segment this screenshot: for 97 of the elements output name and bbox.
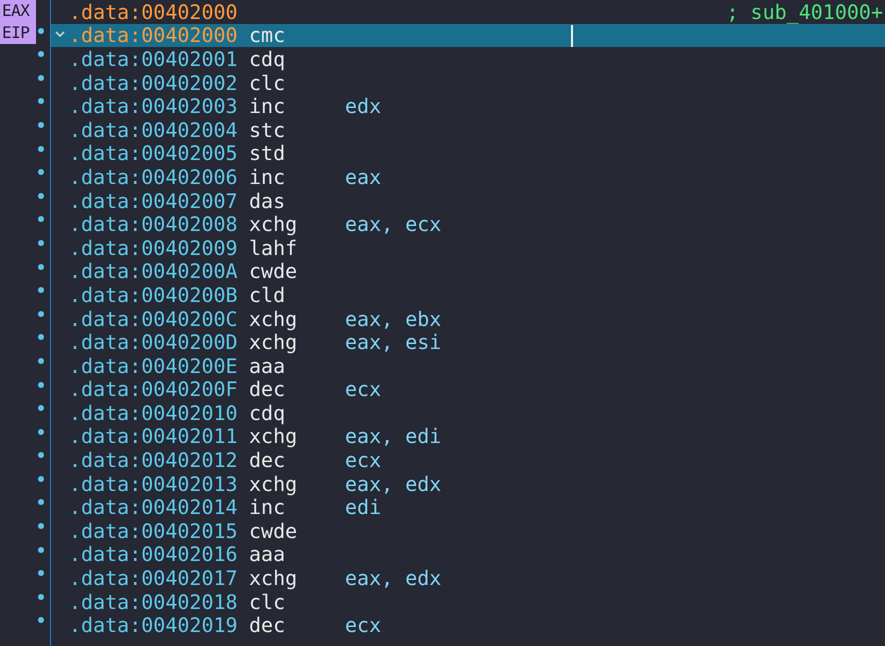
bullet-icon[interactable] xyxy=(38,405,44,412)
address-text: .data:0040200D xyxy=(69,330,239,354)
address-text: .data:00402000 xyxy=(69,0,239,24)
bullet-icon[interactable] xyxy=(38,594,44,600)
operands-text: eax, ebx xyxy=(345,306,442,331)
bullet-icon[interactable] xyxy=(38,74,44,81)
bullet-icon[interactable] xyxy=(38,51,44,58)
address-text: .data:00402004 xyxy=(69,118,239,142)
address-text: .data:0040200C xyxy=(69,306,239,331)
bullet-icon[interactable] xyxy=(38,476,44,482)
address-text: .data:00402002 xyxy=(69,70,239,95)
bullet-icon[interactable] xyxy=(38,310,44,317)
mnemonic-text: cmc xyxy=(249,23,286,48)
operands-text: eax, edx xyxy=(345,472,442,496)
operands-text: eax xyxy=(345,164,382,189)
bullet-icon[interactable] xyxy=(38,264,44,270)
selected-row-highlight[interactable]: .data:00402000 cmc xyxy=(51,24,885,48)
mnemonic-text: lahf xyxy=(249,236,298,260)
mnemonic-text: xchg xyxy=(249,306,298,331)
mnemonic-text: cdq xyxy=(249,46,286,71)
operands-text: eax, ecx xyxy=(345,212,442,236)
address-text: .data:00402017 xyxy=(69,566,239,590)
mnemonic-text: clc xyxy=(249,70,286,95)
mnemonic-text: xchg xyxy=(249,472,298,496)
mnemonic-text: inc xyxy=(249,495,286,520)
mnemonic-text: xchg xyxy=(249,566,298,590)
mnemonic-text: dec xyxy=(249,613,286,638)
bullet-icon[interactable] xyxy=(38,334,44,340)
bullet-icon[interactable] xyxy=(38,523,44,530)
bullet-icon[interactable] xyxy=(38,122,44,128)
bullet-icon[interactable] xyxy=(38,98,44,104)
address-text: .data:00402009 xyxy=(69,236,239,260)
address-text: .data:00402016 xyxy=(69,542,239,566)
mnemonic-text: stc xyxy=(249,118,286,142)
address-text: .data:00402019 xyxy=(69,613,239,638)
bullet-icon[interactable] xyxy=(38,146,44,152)
address-text: .data:00402018 xyxy=(69,590,239,614)
bullet-icon[interactable] xyxy=(38,428,44,435)
bullet-icon[interactable] xyxy=(38,240,44,246)
mnemonic-text: xchg xyxy=(249,424,298,448)
address-text: .data:00402006 xyxy=(69,164,239,189)
text-cursor xyxy=(571,24,573,47)
bullet-icon[interactable] xyxy=(38,169,44,176)
operands-text: ecx xyxy=(345,448,382,472)
bullet-icon[interactable] xyxy=(38,287,44,294)
bullet-icon[interactable] xyxy=(38,192,44,199)
operands-text: eax, edi xyxy=(345,424,442,448)
address-text: .data:0040200A xyxy=(69,259,239,284)
address-text: .data:00402001 xyxy=(69,46,239,71)
bullet-icon[interactable] xyxy=(38,546,44,553)
address-text: .data:00402007 xyxy=(69,188,239,213)
address-text: .data:00402011 xyxy=(69,424,239,448)
bullet-icon[interactable] xyxy=(38,216,44,222)
address-text: .data:00402015 xyxy=(69,518,239,543)
address-text: .data:00402010 xyxy=(69,400,239,425)
mnemonic-text: aaa xyxy=(249,354,286,378)
operands-text: edi xyxy=(345,495,382,520)
mnemonic-text: cwde xyxy=(249,518,298,543)
mnemonic-text: inc xyxy=(249,164,286,189)
address-text: .data:00402005 xyxy=(69,141,239,166)
mnemonic-text: dec xyxy=(249,377,286,402)
mnemonic-text: dec xyxy=(249,448,286,472)
bullet-icon[interactable] xyxy=(38,358,44,364)
operands-text: ecx xyxy=(345,613,382,638)
register-label: EAX xyxy=(1,0,30,22)
address-text: .data:0040200B xyxy=(69,282,239,307)
address-text: .data:00402000 xyxy=(69,23,239,48)
mnemonic-text: std xyxy=(249,141,286,166)
address-text: .data:0040200E xyxy=(69,354,239,378)
bullet-icon[interactable] xyxy=(38,617,44,624)
register-label: EIP xyxy=(1,22,30,44)
mnemonic-text: inc xyxy=(249,94,286,118)
operands-text: eax, esi xyxy=(345,330,442,354)
address-text: .data:00402014 xyxy=(69,495,239,520)
mnemonic-text: cdq xyxy=(249,400,286,425)
comment-text: ; sub_401000+ xyxy=(726,0,883,24)
address-text: .data:00402013 xyxy=(69,472,239,496)
bullet-icon[interactable] xyxy=(38,570,44,576)
bullet-icon[interactable] xyxy=(38,499,44,506)
mnemonic-text: clc xyxy=(249,590,286,614)
operands-text: edx xyxy=(345,94,382,118)
bullet-icon[interactable] xyxy=(38,452,44,458)
address-text: .data:00402008 xyxy=(69,212,239,236)
bullet-icon[interactable] xyxy=(38,28,44,34)
operands-text: ecx xyxy=(345,377,382,402)
mnemonic-text: aaa xyxy=(249,542,286,566)
mnemonic-text: xchg xyxy=(249,212,298,236)
chevron-down-icon[interactable] xyxy=(55,30,65,38)
operands-text: eax, edx xyxy=(345,566,442,590)
mnemonic-text: xchg xyxy=(249,330,298,354)
mnemonic-text: cwde xyxy=(249,259,298,284)
address-text: .data:00402003 xyxy=(69,94,239,118)
address-text: .data:0040200F xyxy=(69,377,239,402)
bullet-icon[interactable] xyxy=(38,382,44,388)
mnemonic-text: cld xyxy=(249,282,286,307)
address-text: .data:00402012 xyxy=(69,448,239,472)
mnemonic-text: das xyxy=(249,188,286,213)
